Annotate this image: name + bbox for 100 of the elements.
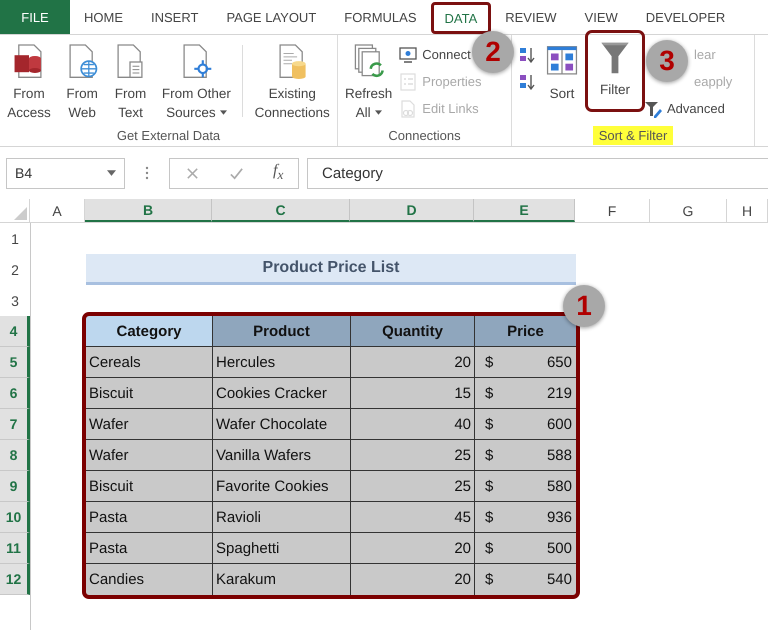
currency-symbol: $ — [485, 354, 494, 370]
row-header[interactable]: 5 — [0, 347, 30, 378]
ribbon-button[interactable]: From Web — [62, 41, 102, 124]
ribbon-button[interactable]: Advanced — [644, 97, 725, 120]
table-cell: 20 — [351, 347, 475, 378]
row-header[interactable]: 10 — [0, 502, 30, 533]
price-amount: 580 — [546, 478, 572, 494]
group-label: Get External Data — [116, 126, 222, 144]
monitor-icon — [399, 46, 418, 64]
step-marker: 2 — [472, 31, 514, 73]
ribbon-tab[interactable]: DEVELOPER — [632, 0, 740, 34]
table-cell: Cereals — [86, 347, 213, 378]
formula-field[interactable]: Category — [307, 158, 768, 188]
column-header[interactable]: F — [575, 199, 650, 222]
table-cell: Wafer Chocolate — [213, 409, 351, 440]
table-cell: 20 — [351, 564, 475, 595]
ribbon-tab[interactable]: PAGE LAYOUT — [212, 0, 330, 34]
table-cell: Karakum — [213, 564, 351, 595]
step-marker: 1 — [563, 285, 605, 327]
table-cell: Biscuit — [86, 471, 213, 502]
table-cell: Cookies Cracker — [213, 378, 351, 409]
name-box[interactable]: B4 — [6, 158, 125, 188]
table-cell: Favorite Cookies — [213, 471, 351, 502]
triangle-icon — [14, 207, 27, 220]
column-heading[interactable]: Category — [86, 316, 213, 347]
insert-function-button[interactable]: f$_{x}$ — [273, 162, 284, 184]
column-header[interactable]: D — [350, 199, 474, 222]
group-label: Sort & Filter — [592, 126, 674, 144]
price-amount: 650 — [546, 354, 572, 370]
filter-pencil-icon — [644, 100, 662, 118]
table-cell: 20 — [351, 533, 475, 564]
ribbon-button[interactable]: From Other Sources — [158, 41, 234, 124]
ribbon-tab[interactable]: REVIEW — [491, 0, 571, 34]
column-heading[interactable]: Price — [475, 316, 576, 347]
currency-symbol: $ — [485, 571, 494, 588]
ribbon-tab[interactable]: FORMULAS — [330, 0, 430, 34]
row-header[interactable]: 8 — [0, 440, 30, 471]
row-header[interactable]: 9 — [0, 471, 30, 502]
link-document-icon — [399, 100, 418, 118]
row-header[interactable]: 2 — [0, 254, 30, 285]
currency-symbol: $ — [485, 478, 494, 494]
ribbon-tab[interactable]: VIEW — [570, 0, 632, 34]
close-icon[interactable] — [184, 166, 200, 180]
step-marker: 3 — [646, 40, 688, 82]
ribbon-button[interactable]: Existing Connections — [252, 41, 333, 124]
table-cell: 15 — [351, 378, 475, 409]
column-header[interactable]: C — [212, 199, 350, 222]
ribbon-tab[interactable]: INSERT — [137, 0, 212, 34]
currency-symbol: $ — [485, 508, 494, 526]
column-header[interactable]: B — [85, 199, 212, 222]
table-cell: Candies — [86, 564, 213, 595]
currency-symbol: $ — [485, 384, 494, 402]
ribbon-button[interactable]: Sort — [542, 41, 582, 105]
row-header[interactable]: 7 — [0, 409, 30, 440]
price-amount: 600 — [546, 416, 572, 432]
group-label: Connections — [387, 126, 462, 144]
row-header[interactable]: 3 — [0, 285, 30, 316]
ribbon-tab[interactable]: DATA — [430, 2, 492, 34]
currency-symbol: $ — [485, 416, 494, 432]
price-amount: 540 — [546, 571, 572, 588]
ribbon-button[interactable]: Filter — [588, 33, 642, 109]
row-header[interactable]: 6 — [0, 378, 30, 409]
table-cell: Vanilla Wafers — [213, 440, 351, 471]
sort-descending-icon — [518, 72, 536, 90]
price-amount: 936 — [546, 508, 572, 526]
row-header[interactable]: 11 — [0, 533, 30, 564]
row-header[interactable]: 1 — [0, 223, 30, 254]
row-header[interactable]: 4 — [0, 316, 30, 347]
table-cell: Hercules — [213, 347, 351, 378]
table-cell: Wafer — [86, 409, 213, 440]
table-cell: Pasta — [86, 533, 213, 564]
check-icon[interactable] — [228, 166, 244, 180]
column-header[interactable]: E — [474, 199, 575, 222]
list-icon — [399, 72, 418, 90]
table-cell: Pasta — [86, 502, 213, 533]
column-header[interactable]: G — [650, 199, 727, 222]
row-header[interactable]: 12 — [0, 564, 30, 595]
table-cell: Wafer — [86, 440, 213, 471]
column-heading[interactable]: Quantity — [351, 316, 475, 347]
ribbon-button[interactable]: Connect — [399, 43, 471, 66]
table-cell: Spaghetti — [213, 533, 351, 564]
more-icon — [145, 165, 149, 181]
currency-symbol: $ — [485, 446, 494, 464]
column-header[interactable]: H — [727, 199, 768, 222]
sort-ascending-icon — [518, 46, 536, 64]
table-cell: Biscuit — [86, 378, 213, 409]
table-cell: 40 — [351, 409, 475, 440]
table-cell: 25 — [351, 440, 475, 471]
ribbon-button[interactable]: From Access — [4, 41, 54, 124]
price-amount: 588 — [546, 446, 572, 464]
ribbon-tab[interactable]: HOME — [70, 0, 137, 34]
price-amount: 500 — [546, 540, 572, 556]
table-cell: 25 — [351, 471, 475, 502]
ribbon-button[interactable]: From Text — [110, 41, 150, 124]
table-cell: 45 — [351, 502, 475, 533]
ribbon-tab[interactable]: FILE — [0, 0, 70, 34]
currency-symbol: $ — [485, 540, 494, 556]
column-heading[interactable]: Product — [213, 316, 351, 347]
ribbon-button[interactable]: Refresh All — [342, 41, 396, 124]
sheet-title: Product Price List — [86, 254, 576, 285]
